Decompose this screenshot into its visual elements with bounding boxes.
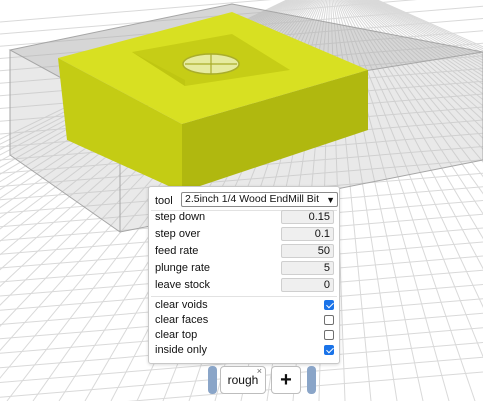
field-label: plunge rate: [155, 262, 211, 274]
tab-rough[interactable]: rough ×: [220, 366, 266, 394]
tool-row: tool 2.5inch 1/4 Wood EndMill Bit ▼: [155, 192, 338, 209]
option-row-clear-voids: clear voids: [155, 297, 334, 313]
field-label: step over: [155, 228, 201, 240]
tab-label: rough: [227, 373, 259, 387]
add-operation-button[interactable]: +: [271, 366, 301, 394]
field-row-leave-stock: leave stock 0: [155, 277, 334, 293]
operation-settings-panel: tool 2.5inch 1/4 Wood EndMill Bit ▼ step…: [148, 186, 340, 364]
field-row-plunge-rate: plunge rate 5: [155, 260, 334, 276]
option-label: clear faces: [155, 314, 209, 326]
field-label: leave stock: [155, 279, 211, 291]
field-row-step-down: step down 0.15: [155, 209, 334, 225]
step-over-input[interactable]: 0.1: [281, 227, 334, 241]
option-row-inside-only: inside only: [155, 342, 334, 358]
field-row-feed-rate: feed rate 50: [155, 243, 334, 259]
clear-voids-checkbox[interactable]: [324, 300, 334, 310]
tool-label: tool: [155, 195, 173, 207]
inside-only-checkbox[interactable]: [324, 345, 334, 355]
leave-stock-input[interactable]: 0: [281, 278, 334, 292]
tool-select-value: 2.5inch 1/4 Wood EndMill Bit: [185, 193, 320, 205]
clear-faces-checkbox[interactable]: [324, 315, 334, 325]
option-row-clear-faces: clear faces: [155, 312, 334, 328]
operation-tab-bar: rough × +: [208, 364, 316, 397]
step-down-input[interactable]: 0.15: [281, 210, 334, 224]
plunge-rate-input[interactable]: 5: [281, 261, 334, 275]
option-label: clear voids: [155, 299, 208, 311]
tab-bar-right-cap: [307, 366, 316, 394]
chevron-down-icon: ▼: [326, 195, 335, 205]
option-label: clear top: [155, 329, 198, 341]
field-label: step down: [155, 211, 206, 223]
field-row-step-over: step over 0.1: [155, 226, 334, 242]
feed-rate-input[interactable]: 50: [281, 244, 334, 258]
tab-bar-left-cap: [208, 366, 217, 394]
option-row-clear-top: clear top: [155, 327, 334, 343]
close-icon[interactable]: ×: [257, 366, 262, 376]
option-label: inside only: [155, 344, 207, 356]
clear-top-checkbox[interactable]: [324, 330, 334, 340]
field-label: feed rate: [155, 245, 199, 257]
tool-select[interactable]: 2.5inch 1/4 Wood EndMill Bit ▼: [181, 192, 338, 207]
